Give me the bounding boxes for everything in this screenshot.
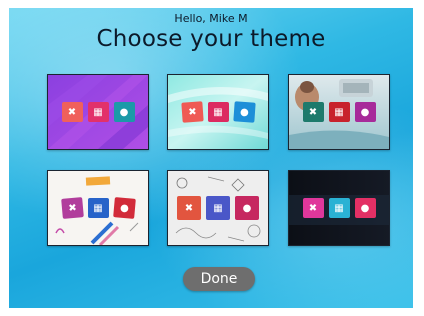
- theme-tile-doodle[interactable]: ✖ ▦ ●: [167, 170, 269, 246]
- location-pin-icon: ●: [354, 198, 376, 218]
- calendar-icon: ▦: [87, 198, 109, 218]
- tile-icons: ✖ ▦ ●: [168, 196, 268, 220]
- tile-icons: ✖ ▦ ●: [289, 102, 389, 122]
- location-pin-icon: ●: [112, 197, 136, 219]
- theme-tile-aqua[interactable]: ✖ ▦ ●: [167, 74, 269, 150]
- tile-icons: ✖ ▦ ●: [289, 198, 389, 218]
- location-pin-icon: ●: [235, 196, 259, 220]
- tools-icon: ✖: [302, 198, 324, 218]
- tile-icons: ✖ ▦ ●: [48, 102, 148, 122]
- theme-tile-illustrated[interactable]: ✖ ▦ ●: [288, 74, 390, 150]
- tile-icons: ✖ ▦ ●: [48, 197, 148, 219]
- tools-icon: ✖: [61, 102, 83, 122]
- calendar-icon: ▦: [328, 102, 350, 122]
- theme-tile-sketch[interactable]: ✖ ▦ ●: [47, 170, 149, 246]
- done-button[interactable]: Done: [183, 267, 255, 291]
- theme-picker-screen: Hello, Mike M Choose your theme ✖ ▦ ● ✖ …: [9, 8, 413, 308]
- calendar-icon: ▦: [328, 198, 350, 218]
- tools-icon: ✖: [302, 102, 324, 122]
- tools-icon: ✖: [177, 196, 201, 220]
- calendar-icon: ▦: [207, 102, 229, 122]
- greeting: Hello, Mike M: [174, 12, 248, 25]
- location-pin-icon: ●: [232, 101, 256, 123]
- tile-icons: ✖ ▦ ●: [168, 101, 268, 123]
- tools-icon: ✖: [180, 101, 204, 123]
- location-pin-icon: ●: [113, 102, 135, 122]
- theme-tile-dark[interactable]: ✖ ▦ ●: [288, 170, 390, 246]
- location-pin-icon: ●: [354, 102, 376, 122]
- theme-tile-purple[interactable]: ✖ ▦ ●: [47, 74, 149, 150]
- page-title: Choose your theme: [96, 26, 326, 52]
- calendar-icon: ▦: [87, 102, 109, 122]
- calendar-icon: ▦: [206, 196, 230, 220]
- tools-icon: ✖: [60, 197, 84, 219]
